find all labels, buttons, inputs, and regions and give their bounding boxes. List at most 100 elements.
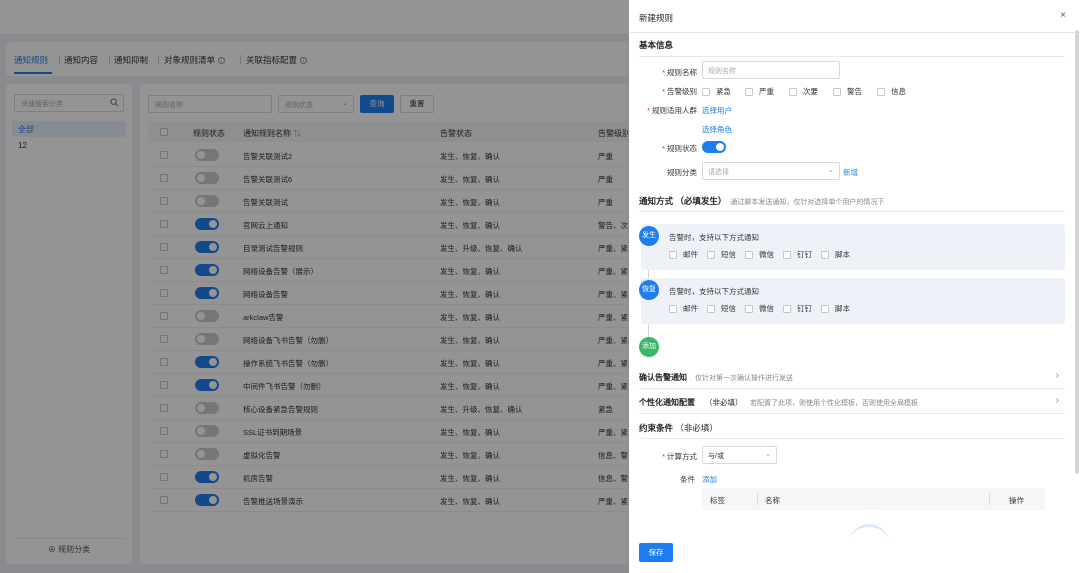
scope-label-text: 规则适用人群 bbox=[652, 106, 697, 115]
rule-name-input[interactable]: 规则名称 bbox=[702, 61, 840, 79]
basic-info-heading: 基本信息 bbox=[639, 40, 674, 50]
channel-label: 邮件 bbox=[683, 304, 698, 313]
channel-label: 微信 bbox=[759, 304, 774, 313]
condition-table-header: 标签 名称 操作 bbox=[702, 488, 1045, 510]
level-checkbox-minor[interactable]: 次要 bbox=[789, 86, 818, 97]
level-checkbox-info[interactable]: 信息 bbox=[877, 86, 906, 97]
channel-label: 脚本 bbox=[835, 304, 850, 313]
chevron-down-icon: ⌄ bbox=[828, 167, 834, 174]
new-rule-drawer: 新建规则 × 基本信息 * 规则名称 规则名称 * 告警级别 紧急 严重 次要 警告… bbox=[629, 0, 1080, 573]
channel-script[interactable]: 脚本 bbox=[821, 303, 850, 314]
checkbox[interactable] bbox=[745, 251, 753, 260]
save-button[interactable]: 保存 bbox=[639, 543, 673, 562]
category-placeholder: 请选择 bbox=[708, 169, 729, 176]
level-checkbox-severe[interactable]: 严重 bbox=[745, 86, 774, 97]
channel-email[interactable]: 邮件 bbox=[669, 249, 698, 260]
checkbox[interactable] bbox=[783, 251, 791, 260]
checkbox[interactable] bbox=[783, 305, 791, 314]
channel-dingtalk[interactable]: 钉钉 bbox=[783, 249, 812, 260]
channel-label: 短信 bbox=[721, 304, 736, 313]
constraint-title: 约束条件 bbox=[639, 423, 674, 433]
condition-label: 条件 bbox=[680, 475, 695, 484]
category-select[interactable]: 请选择 ⌄ bbox=[702, 162, 840, 180]
scope-label: * 规则适用人群 bbox=[647, 106, 697, 115]
add-category-link[interactable]: 新增 bbox=[843, 167, 858, 178]
personal-notify-hint: 若配置了此项，则使用个性化模板，否则使用全局模板 bbox=[750, 400, 918, 407]
rule-name-label: * 规则名称 bbox=[662, 68, 697, 77]
channel-sms[interactable]: 短信 bbox=[707, 249, 736, 260]
col-divider bbox=[989, 493, 990, 505]
empty-state-image bbox=[849, 524, 889, 544]
notify-method-title: 通知方式 bbox=[639, 196, 674, 206]
divider bbox=[639, 438, 1065, 439]
confirm-notify-row[interactable]: 确认告警通知 仅针对第一次确认操作进行发送 › bbox=[639, 365, 1065, 389]
personal-notify-row[interactable]: 个性化通知配置 （非必填） 若配置了此项，则使用个性化模板，否则使用全局模板 › bbox=[639, 390, 1065, 414]
stage-tag-occur: 发生 bbox=[639, 226, 659, 246]
checkbox[interactable] bbox=[877, 88, 885, 97]
confirm-notify-hint: 仅针对第一次确认操作进行发送 bbox=[695, 375, 793, 382]
select-user-link[interactable]: 选择用户 bbox=[702, 105, 732, 116]
stage-tag-recover: 恢复 bbox=[639, 280, 659, 300]
level-checkbox-warning[interactable]: 警告 bbox=[833, 86, 862, 97]
checkbox[interactable] bbox=[669, 305, 677, 314]
chevron-right-icon: › bbox=[1055, 395, 1059, 406]
alarm-level-label: * 告警级别 bbox=[662, 87, 697, 96]
personal-notify-title: 个性化通知配置 bbox=[639, 398, 695, 407]
channel-label: 钉钉 bbox=[797, 304, 812, 313]
confirm-notify-title: 确认告警通知 bbox=[639, 373, 687, 382]
notify-method-hint: 通过脚本发送通知，仅针对选择单个用户的情况下 bbox=[730, 199, 885, 206]
stage-desc: 告警时，支持以下方式通知 bbox=[669, 233, 759, 242]
alarm-level-label-text: 告警级别 bbox=[667, 87, 697, 96]
add-condition-link[interactable]: 添加 bbox=[702, 474, 717, 485]
constraint-heading: 约束条件 （非必填） bbox=[639, 422, 718, 434]
col-divider bbox=[757, 493, 758, 505]
col-action: 操作 bbox=[1009, 496, 1024, 505]
checkbox[interactable] bbox=[789, 88, 797, 97]
checkbox[interactable] bbox=[707, 305, 715, 314]
checkbox[interactable] bbox=[745, 305, 753, 314]
checkbox[interactable] bbox=[821, 251, 829, 260]
channel-email[interactable]: 邮件 bbox=[669, 303, 698, 314]
calc-method-value: 与/或 bbox=[708, 453, 724, 460]
calc-method-select[interactable]: 与/或 ⌄ bbox=[702, 446, 777, 464]
checkbox[interactable] bbox=[707, 251, 715, 260]
stage-recover: 告警时，支持以下方式通知 邮件 短信 微信 钉钉 脚本 bbox=[641, 278, 1065, 324]
notify-method-heading: 通知方式 （必填发生） 通过脚本发送通知，仅针对选择单个用户的情况下 bbox=[639, 195, 884, 207]
chevron-down-icon: ⌄ bbox=[765, 451, 771, 458]
channel-script[interactable]: 脚本 bbox=[821, 249, 850, 260]
category-label: 规则分类 bbox=[667, 168, 697, 177]
channel-label: 脚本 bbox=[835, 250, 850, 259]
channel-wechat[interactable]: 微信 bbox=[745, 303, 774, 314]
level-checkbox-urgent[interactable]: 紧急 bbox=[702, 86, 731, 97]
checkbox[interactable] bbox=[821, 305, 829, 314]
chevron-right-icon: › bbox=[1055, 370, 1059, 381]
col-tag: 标签 bbox=[710, 496, 725, 505]
drawer-scrollbar[interactable] bbox=[1075, 30, 1079, 474]
channel-label: 短信 bbox=[721, 250, 736, 259]
channel-dingtalk[interactable]: 钉钉 bbox=[783, 303, 812, 314]
personal-notify-note: （非必填） bbox=[705, 398, 743, 407]
rule-name-label-text: 规则名称 bbox=[667, 68, 697, 77]
level-label: 紧急 bbox=[716, 87, 731, 96]
calc-method-label-text: 计算方式 bbox=[667, 452, 697, 461]
channel-label: 钉钉 bbox=[797, 250, 812, 259]
level-label: 信息 bbox=[891, 87, 906, 96]
rule-status-label-text: 规则状态 bbox=[667, 144, 697, 153]
checkbox[interactable] bbox=[702, 88, 710, 97]
rule-status-toggle[interactable] bbox=[702, 141, 726, 153]
divider bbox=[639, 211, 1065, 212]
close-icon[interactable]: × bbox=[1060, 10, 1066, 21]
checkbox[interactable] bbox=[833, 88, 841, 97]
checkbox[interactable] bbox=[745, 88, 753, 97]
stage-occur: 告警时，支持以下方式通知 邮件 短信 微信 钉钉 脚本 bbox=[641, 224, 1065, 270]
modal-overlay[interactable] bbox=[0, 0, 629, 573]
divider bbox=[629, 32, 1080, 33]
drawer-title: 新建规则 bbox=[639, 13, 674, 23]
channel-sms[interactable]: 短信 bbox=[707, 303, 736, 314]
rule-status-label: * 规则状态 bbox=[662, 144, 697, 153]
checkbox[interactable] bbox=[669, 251, 677, 260]
channel-wechat[interactable]: 微信 bbox=[745, 249, 774, 260]
channel-label: 邮件 bbox=[683, 250, 698, 259]
select-role-link[interactable]: 选择角色 bbox=[702, 124, 732, 135]
add-stage-button[interactable]: 添加 bbox=[639, 337, 659, 357]
